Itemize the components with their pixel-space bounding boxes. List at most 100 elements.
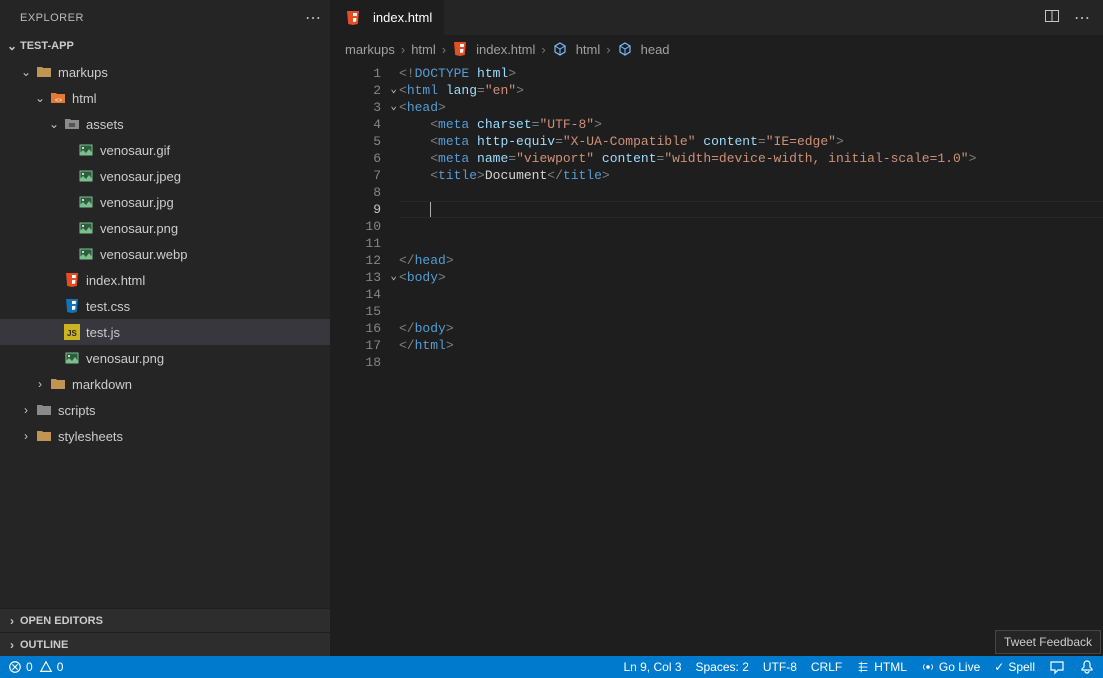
- tree-item-scripts[interactable]: ›scripts: [0, 397, 330, 423]
- code-editor[interactable]: 12⌄3⌄45678910111213⌄1415161718 <!DOCTYPE…: [331, 63, 1103, 656]
- code-line[interactable]: [399, 286, 1103, 303]
- code-line[interactable]: [399, 184, 1103, 201]
- svg-text:JS: JS: [67, 329, 77, 338]
- tree-item-index-html[interactable]: index.html: [0, 267, 330, 293]
- open-editors-label: OPEN EDITORS: [20, 615, 103, 627]
- tree-item-label: venosaur.jpg: [100, 195, 174, 210]
- status-eol[interactable]: CRLF: [811, 660, 842, 674]
- tab-label: index.html: [373, 10, 432, 25]
- tree-item-test-css[interactable]: test.css: [0, 293, 330, 319]
- line-number: 15: [331, 303, 399, 320]
- tree-item-markups[interactable]: ⌄markups: [0, 59, 330, 85]
- image-icon: [76, 168, 96, 184]
- outline-panel[interactable]: › OUTLINE: [0, 632, 330, 656]
- tree-item-markdown[interactable]: ›markdown: [0, 371, 330, 397]
- split-editor-icon[interactable]: [1044, 8, 1060, 28]
- line-number: 13⌄: [331, 269, 399, 286]
- tree-item-label: venosaur.png: [86, 351, 164, 366]
- svg-text:<>: <>: [55, 98, 63, 104]
- breadcrumb-item[interactable]: html: [552, 41, 601, 57]
- breadcrumb-item[interactable]: html: [411, 42, 436, 57]
- line-number: 5: [331, 133, 399, 150]
- feedback-icon[interactable]: [1049, 659, 1065, 675]
- line-number: 16: [331, 320, 399, 337]
- fold-chevron-icon[interactable]: ⌄: [390, 99, 397, 116]
- code-line[interactable]: <!DOCTYPE html>: [399, 65, 1103, 82]
- code-line[interactable]: <meta charset="UTF-8">: [399, 116, 1103, 133]
- code-line[interactable]: [399, 218, 1103, 235]
- status-spaces[interactable]: Spaces: 2: [696, 660, 749, 674]
- breadcrumb-item[interactable]: index.html: [452, 41, 535, 57]
- tree-item-label: test.css: [86, 299, 130, 314]
- tree-item-label: markups: [58, 65, 108, 80]
- outline-label: OUTLINE: [20, 639, 68, 651]
- tree-item-html[interactable]: ⌄<>html: [0, 85, 330, 111]
- code-line[interactable]: <html lang="en">: [399, 82, 1103, 99]
- more-icon[interactable]: ⋯: [305, 8, 322, 28]
- gutter: 12⌄3⌄45678910111213⌄1415161718: [331, 63, 399, 656]
- tree-item-assets[interactable]: ⌄ assets: [0, 111, 330, 137]
- code-line[interactable]: <head>: [399, 99, 1103, 116]
- code-line[interactable]: [399, 235, 1103, 252]
- more-icon[interactable]: ⋯: [1074, 8, 1091, 28]
- breadcrumb-separator: ›: [401, 42, 405, 57]
- status-spell[interactable]: ✓ Spell: [994, 660, 1035, 674]
- code-line[interactable]: [399, 354, 1103, 371]
- code-line[interactable]: </html>: [399, 337, 1103, 354]
- status-encoding[interactable]: UTF-8: [763, 660, 797, 674]
- chevron-right-icon: ›: [4, 638, 20, 652]
- fold-chevron-icon[interactable]: ⌄: [390, 82, 397, 99]
- line-number: 12: [331, 252, 399, 269]
- tree-item-label: stylesheets: [58, 429, 123, 444]
- code-line[interactable]: <title>Document</title>: [399, 167, 1103, 184]
- tree-item-venosaur-png[interactable]: venosaur.png: [0, 215, 330, 241]
- line-number: 2⌄: [331, 82, 399, 99]
- chevron-right-icon: ›: [18, 429, 34, 443]
- tree-item-venosaur-jpg[interactable]: venosaur.jpg: [0, 189, 330, 215]
- status-errors[interactable]: 0: [8, 660, 33, 674]
- line-number: 17: [331, 337, 399, 354]
- tree-item-venosaur-jpeg[interactable]: venosaur.jpeg: [0, 163, 330, 189]
- status-language[interactable]: HTML: [856, 660, 907, 674]
- open-editors-panel[interactable]: › OPEN EDITORS: [0, 608, 330, 632]
- line-number: 9: [331, 201, 399, 218]
- code-line[interactable]: [399, 303, 1103, 320]
- status-golive[interactable]: Go Live: [921, 660, 980, 674]
- chevron-down-icon: ⌄: [32, 91, 48, 105]
- project-section-header[interactable]: ⌄ TEST-APP: [0, 35, 330, 57]
- code-line[interactable]: <meta http-equiv="X-UA-Compatible" conte…: [399, 133, 1103, 150]
- tree-item-label: assets: [86, 117, 124, 132]
- image-icon: [76, 142, 96, 158]
- tree-item-stylesheets[interactable]: › stylesheets: [0, 423, 330, 449]
- status-warnings[interactable]: 0: [39, 660, 64, 674]
- tree-item-test-js[interactable]: JStest.js: [0, 319, 330, 345]
- bell-icon[interactable]: [1079, 659, 1095, 675]
- code-line[interactable]: [399, 201, 1103, 218]
- fold-chevron-icon[interactable]: ⌄: [390, 269, 397, 286]
- tree-item-venosaur-png[interactable]: venosaur.png: [0, 345, 330, 371]
- html5-icon: [62, 272, 82, 288]
- line-number: 7: [331, 167, 399, 184]
- project-name: TEST-APP: [20, 40, 74, 52]
- status-bar: 0 0 Ln 9, Col 3 Spaces: 2 UTF-8 CRLF HTM…: [0, 656, 1103, 678]
- folder-html-icon: <>: [48, 90, 68, 106]
- breadcrumb-separator: ›: [442, 42, 446, 57]
- code-line[interactable]: <body>: [399, 269, 1103, 286]
- code-line[interactable]: <meta name="viewport" content="width=dev…: [399, 150, 1103, 167]
- status-cursor[interactable]: Ln 9, Col 3: [623, 660, 681, 674]
- code-content[interactable]: <!DOCTYPE html><html lang="en"><head> <m…: [399, 63, 1103, 656]
- html5-icon: [452, 41, 468, 57]
- tab-bar: index.html ⋯: [331, 0, 1103, 35]
- image-icon: [76, 194, 96, 210]
- folder-icon: [48, 376, 68, 392]
- tree-item-venosaur-gif[interactable]: venosaur.gif: [0, 137, 330, 163]
- tree-item-label: venosaur.jpeg: [100, 169, 181, 184]
- code-line[interactable]: </body>: [399, 320, 1103, 337]
- code-line[interactable]: </head>: [399, 252, 1103, 269]
- breadcrumb-item[interactable]: head: [617, 41, 670, 57]
- breadcrumb-item[interactable]: markups: [345, 42, 395, 57]
- chevron-down-icon: ⌄: [46, 117, 62, 131]
- tree-item-venosaur-webp[interactable]: venosaur.webp: [0, 241, 330, 267]
- tab-index-html[interactable]: index.html: [331, 0, 445, 35]
- chevron-right-icon: ›: [32, 377, 48, 391]
